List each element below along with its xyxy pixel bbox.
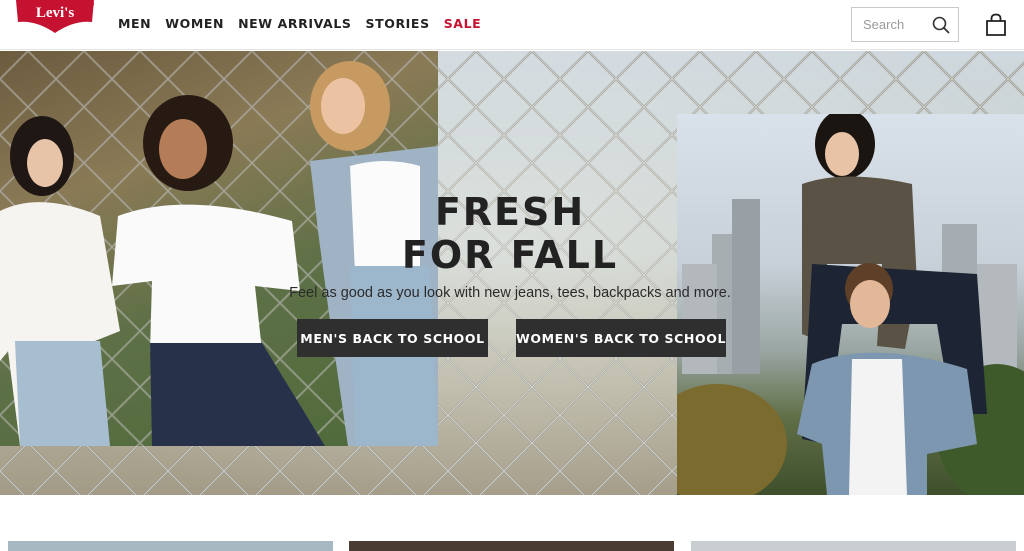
hero-title: FRESH FOR FALL	[401, 190, 619, 277]
shopping-bag-icon[interactable]	[985, 13, 1007, 37]
nav-women[interactable]: WOMEN	[165, 16, 224, 31]
nav-sale[interactable]: SALE	[444, 16, 482, 31]
nav-stories[interactable]: STORIES	[366, 16, 430, 31]
hero-subtitle: Feel as good as you look with new jeans,…	[289, 285, 731, 301]
levis-logo[interactable]: Levi's	[14, 0, 96, 34]
search-box	[851, 7, 959, 42]
promo-card-1[interactable]	[8, 541, 333, 551]
promo-card-3[interactable]	[691, 541, 1016, 551]
search-input[interactable]	[852, 8, 932, 41]
site-header: Levi's MEN WOMEN NEW ARRIVALS STORIES SA…	[0, 0, 1024, 50]
hero-copy: FRESH FOR FALL Feel as good as you look …	[260, 190, 760, 302]
search-icon[interactable]	[932, 16, 950, 34]
nav-men[interactable]: MEN	[118, 16, 151, 31]
nav-new-arrivals[interactable]: NEW ARRIVALS	[238, 16, 351, 31]
main-nav: MEN WOMEN NEW ARRIVALS STORIES SALE	[118, 16, 481, 31]
svg-text:Levi's: Levi's	[36, 5, 74, 21]
promo-card-2[interactable]	[349, 541, 674, 551]
hero-photo-couple	[677, 114, 1024, 495]
mens-back-to-school-button[interactable]: MEN'S BACK TO SCHOOL	[297, 319, 488, 357]
hero-banner: FRESH FOR FALL Feel as good as you look …	[0, 51, 1024, 495]
womens-back-to-school-button[interactable]: WOMEN'S BACK TO SCHOOL	[516, 319, 726, 357]
